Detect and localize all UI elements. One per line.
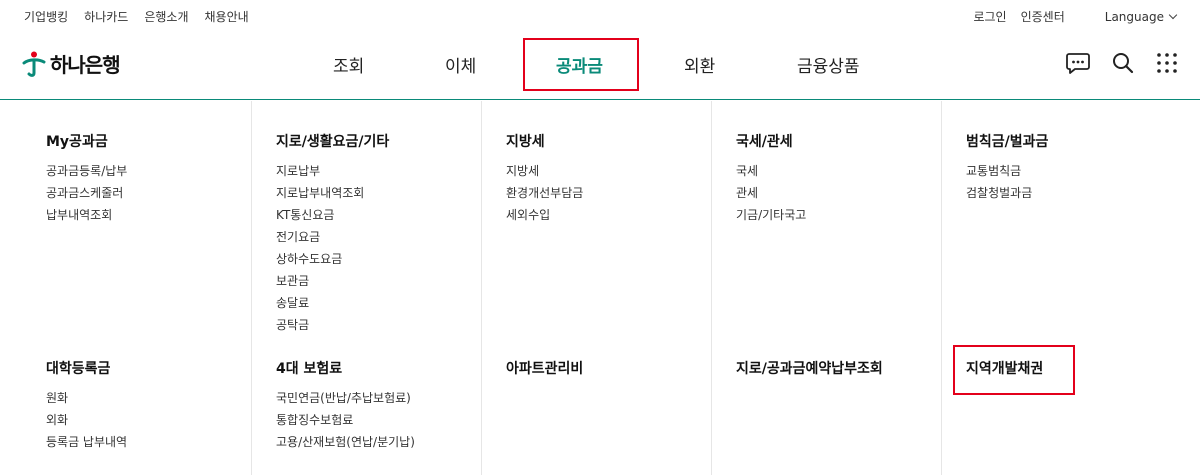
gnb-item-financial-products[interactable]: 금융상품 — [797, 52, 860, 77]
top-utility-bar: 기업뱅킹 하나카드 은행소개 채용안내 로그인 인증센터 Language — [0, 0, 1200, 32]
menu-item[interactable]: 납부내역조회 — [46, 204, 276, 226]
menu-item[interactable]: 원화 — [46, 387, 276, 409]
menu-item[interactable]: 공과금등록/납부 — [46, 160, 276, 182]
menu-item[interactable]: 상하수도요금 — [276, 248, 506, 270]
chatbot-icon[interactable] — [1066, 52, 1090, 78]
top-link-bank-intro[interactable]: 은행소개 — [144, 8, 188, 25]
gnb-item-foreign-exchange[interactable]: 외환 — [684, 52, 715, 77]
menu-group-title[interactable]: 대학등록금 — [46, 358, 276, 378]
menu-group-giro-living: 지로/생활요금/기타 지로납부 지로납부내역조회 KT통신요금 전기요금 상하수… — [276, 131, 506, 336]
menu-item[interactable]: 전기요금 — [276, 226, 506, 248]
menu-item[interactable]: 외화 — [46, 409, 276, 431]
menu-item[interactable]: 지로납부 — [276, 160, 506, 182]
menu-item[interactable]: 국민연금(반납/추납보험료) — [276, 387, 506, 409]
menu-item[interactable]: 송달료 — [276, 292, 506, 314]
menu-item[interactable]: 지로납부내역조회 — [276, 182, 506, 204]
menu-group-social-insurance: 4대 보험료 국민연금(반납/추납보험료) 통합징수보험료 고용/산재보험(연납… — [276, 358, 506, 453]
menu-item[interactable]: 교통범칙금 — [966, 160, 1196, 182]
language-label: Language — [1104, 9, 1164, 24]
menu-item[interactable]: 보관금 — [276, 270, 506, 292]
language-selector[interactable]: Language — [1104, 9, 1178, 24]
top-links: 기업뱅킹 하나카드 은행소개 채용안내 — [24, 8, 249, 25]
menu-group-national-tax: 국세/관세 국세 관세 기금/기타국고 — [736, 131, 966, 226]
highlight-box-utility-bills — [523, 38, 639, 91]
menu-group-apartment-fee: 아파트관리비 — [506, 358, 736, 387]
menu-item[interactable]: 국세 — [736, 160, 966, 182]
menu-group-regional-bond: 지역개발채권 — [966, 358, 1196, 387]
menu-group-reserved-payment: 지로/공과금예약납부조회 — [736, 358, 966, 387]
search-icon[interactable] — [1112, 52, 1134, 78]
menu-item[interactable]: 공탁금 — [276, 314, 506, 336]
header-tools — [1066, 52, 1178, 78]
menu-item[interactable]: 지방세 — [506, 160, 736, 182]
menu-item[interactable]: 기금/기타국고 — [736, 204, 966, 226]
top-link-hana-card[interactable]: 하나카드 — [84, 8, 128, 25]
menu-group-title[interactable]: My공과금 — [46, 131, 276, 151]
menu-group-local-tax: 지방세 지방세 환경개선부담금 세외수입 — [506, 131, 736, 226]
menu-item[interactable]: KT통신요금 — [276, 204, 506, 226]
menu-group-title[interactable]: 아파트관리비 — [506, 358, 736, 378]
top-link-recruit[interactable]: 채용안내 — [205, 8, 249, 25]
menu-group-title[interactable]: 지방세 — [506, 131, 736, 151]
menu-group-fines: 범칙금/벌과금 교통범칙금 검찰청벌과금 — [966, 131, 1196, 204]
menu-group-title[interactable]: 지역개발채권 — [966, 358, 1196, 378]
menu-item[interactable]: 환경개선부담금 — [506, 182, 736, 204]
top-link-corporate-banking[interactable]: 기업뱅킹 — [24, 8, 68, 25]
menu-group-title[interactable]: 지로/공과금예약납부조회 — [736, 358, 966, 378]
util-links: 로그인 인증센터 Language — [973, 8, 1178, 25]
menu-item[interactable]: 세외수입 — [506, 204, 736, 226]
menu-item[interactable]: 통합징수보험료 — [276, 409, 506, 431]
login-link[interactable]: 로그인 — [973, 8, 1006, 25]
gnb-item-inquiry[interactable]: 조회 — [333, 52, 364, 77]
menu-item[interactable]: 고용/산재보험(연납/분기납) — [276, 431, 506, 453]
menu-group-title[interactable]: 4대 보험료 — [276, 358, 506, 378]
menu-group-my-utility: My공과금 공과금등록/납부 공과금스케줄러 납부내역조회 — [46, 131, 276, 226]
menu-item[interactable]: 등록금 납부내역 — [46, 431, 276, 453]
menu-group-title[interactable]: 범칙금/벌과금 — [966, 131, 1196, 151]
menu-group-title[interactable]: 지로/생활요금/기타 — [276, 131, 506, 151]
menu-item[interactable]: 공과금스케줄러 — [46, 182, 276, 204]
all-menu-grid-icon[interactable] — [1156, 52, 1178, 78]
chevron-down-icon — [1168, 10, 1178, 20]
cert-center-link[interactable]: 인증센터 — [1021, 8, 1065, 25]
menu-item[interactable]: 관세 — [736, 182, 966, 204]
menu-group-title[interactable]: 국세/관세 — [736, 131, 966, 151]
gnb-item-transfer[interactable]: 이체 — [445, 52, 476, 77]
menu-group-tuition: 대학등록금 원화 외화 등록금 납부내역 — [46, 358, 276, 453]
menu-item[interactable]: 검찰청벌과금 — [966, 182, 1196, 204]
